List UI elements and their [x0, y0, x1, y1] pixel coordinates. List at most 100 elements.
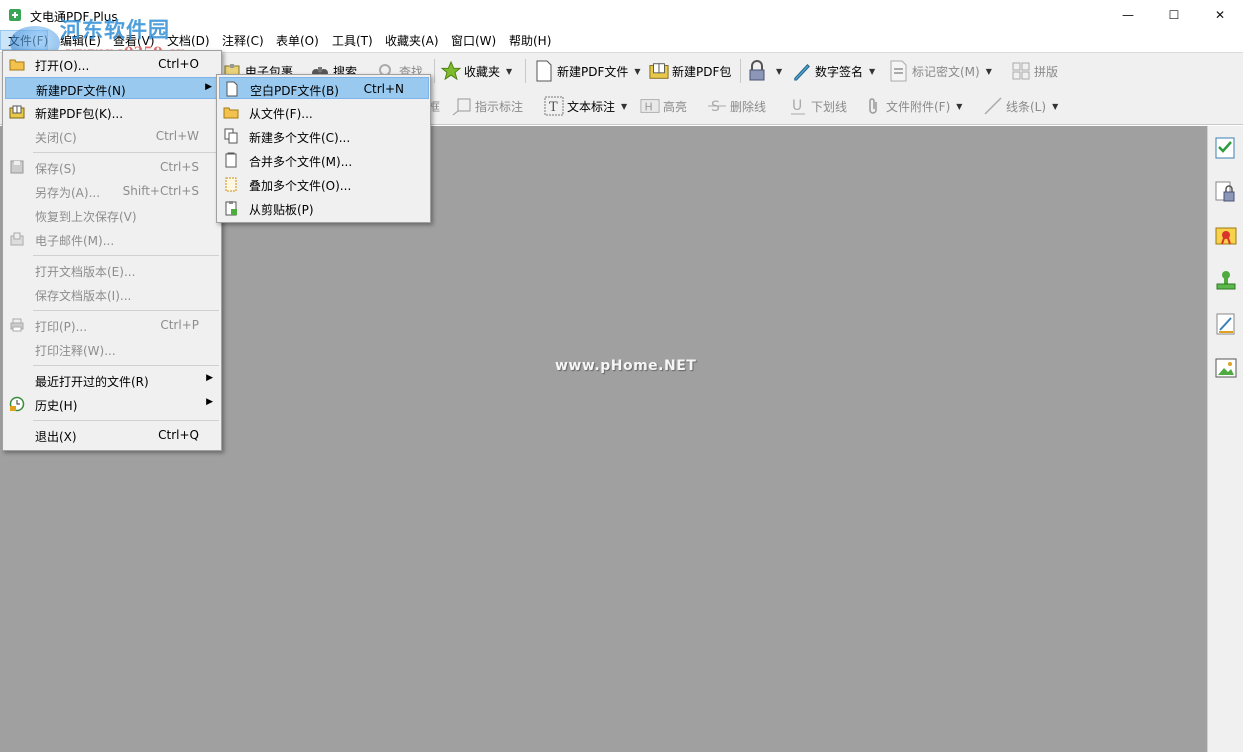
submenu-item-overlay-multiple[interactable]: 叠加多个文件(O)...	[219, 173, 429, 195]
digital-signature-button[interactable]: 数字签名 ▼	[792, 59, 875, 83]
svg-text:H: H	[645, 101, 653, 114]
callout-button[interactable]: 指示标注	[452, 94, 523, 118]
menu-item-new-package[interactable]: 新建PDF包(K)...	[5, 101, 219, 123]
menu-item-label: 保存文档版本(I)...	[35, 289, 132, 303]
text-box-icon: T	[544, 96, 564, 116]
underline-button[interactable]: U 下划线	[788, 94, 847, 118]
menu-document[interactable]: 文档(D)	[167, 32, 210, 49]
menu-item-save[interactable]: 保存(S) Ctrl+S	[5, 156, 219, 178]
menu-item-label: 打开(O)...	[35, 59, 90, 73]
pdf-package-icon	[9, 104, 25, 120]
chevron-down-icon[interactable]: ▼	[506, 67, 512, 76]
menu-item-label: 叠加多个文件(O)...	[249, 179, 352, 193]
new-pdf-package-label: 新建PDF包	[672, 64, 732, 79]
menu-tools[interactable]: 工具(T)	[332, 32, 373, 49]
menu-item-revert[interactable]: 恢复到上次保存(V)	[5, 204, 219, 226]
callout-icon	[452, 96, 472, 116]
menu-item-shortcut: Ctrl+N	[363, 82, 404, 96]
chevron-down-icon[interactable]: ▼	[986, 67, 992, 76]
menu-item-label: 另存为(A)...	[35, 186, 101, 200]
menu-item-label: 历史(H)	[35, 399, 78, 413]
menu-item-save-version[interactable]: 保存文档版本(I)...	[5, 283, 219, 305]
chevron-down-icon[interactable]: ▼	[869, 67, 875, 76]
svg-text:S: S	[711, 99, 720, 115]
file-attachment-label: 文件附件(F)	[886, 99, 951, 114]
minimize-icon: —	[1122, 8, 1134, 22]
line-tool-button[interactable]: 线条(L) ▼	[983, 94, 1058, 118]
page-lock-icon[interactable]	[1214, 180, 1238, 204]
menu-file-label[interactable]: 文件(F)	[8, 32, 48, 49]
redact-icon	[889, 60, 909, 82]
chevron-down-icon[interactable]: ▼	[776, 67, 782, 76]
new-pdf-button[interactable]: 新建PDF文件 ▼	[534, 59, 641, 83]
menu-item-exit[interactable]: 退出(X) Ctrl+Q	[5, 424, 219, 446]
certificate-icon[interactable]	[1214, 224, 1238, 248]
blank-page-icon	[534, 60, 554, 82]
menu-item-email[interactable]: 电子邮件(M)...	[5, 228, 219, 250]
lock-icon	[747, 60, 767, 81]
menu-edit[interactable]: 编辑(E)	[60, 32, 101, 49]
menu-item-print-annotations[interactable]: 打印注释(W)...	[5, 338, 219, 360]
stamp-icon[interactable]	[1214, 268, 1238, 292]
menu-item-label: 新建PDF包(K)...	[35, 107, 124, 121]
checklist-icon[interactable]	[1214, 136, 1238, 160]
chevron-down-icon[interactable]: ▼	[1052, 102, 1058, 111]
menu-item-close[interactable]: 关闭(C) Ctrl+W	[5, 125, 219, 147]
chevron-down-icon[interactable]: ▼	[634, 67, 640, 76]
file-menu-dropdown: 打开(O)... Ctrl+O 新建PDF文件(N) ▶ 新建PDF包(K)..…	[2, 50, 222, 451]
maximize-button[interactable]: ☐	[1151, 0, 1197, 30]
submenu-item-new-multiple[interactable]: 新建多个文件(C)...	[219, 125, 429, 147]
menu-help[interactable]: 帮助(H)	[509, 32, 551, 49]
image-icon[interactable]	[1214, 356, 1238, 380]
menu-item-new-pdf[interactable]: 新建PDF文件(N) ▶	[5, 77, 219, 99]
redact-button[interactable]: 标记密文(M) ▼	[889, 59, 992, 83]
submenu-item-from-file[interactable]: 从文件(F)...	[219, 101, 429, 123]
menu-item-open-version[interactable]: 打开文档版本(E)...	[5, 259, 219, 281]
menu-item-label: 电子邮件(M)...	[35, 234, 115, 248]
layout-button[interactable]: 拼版	[1011, 59, 1058, 83]
new-pdf-package-button[interactable]: 新建PDF包	[649, 59, 731, 83]
menu-item-shortcut: Ctrl+W	[155, 129, 199, 143]
menu-separator	[33, 365, 219, 366]
menu-item-history[interactable]: 历史(H) ▶	[5, 393, 219, 415]
menu-item-open[interactable]: 打开(O)... Ctrl+O	[5, 53, 219, 75]
menu-window[interactable]: 窗口(W)	[451, 32, 496, 49]
menu-item-label: 空白PDF文件(B)	[250, 84, 339, 98]
menu-forms[interactable]: 表单(O)	[276, 32, 319, 49]
menu-item-save-as[interactable]: 另存为(A)... Shift+Ctrl+S	[5, 180, 219, 202]
edit-page-icon[interactable]	[1214, 312, 1238, 336]
menu-item-label: 从剪贴板(P)	[249, 203, 314, 217]
open-folder-icon	[9, 56, 25, 72]
chevron-down-icon[interactable]: ▼	[956, 102, 962, 111]
submenu-item-from-clipboard[interactable]: 从剪贴板(P)	[219, 197, 429, 219]
menu-comment[interactable]: 注释(C)	[222, 32, 264, 49]
text-markup-button[interactable]: T 文本标注 ▼	[544, 94, 627, 118]
close-button[interactable]: ✕	[1197, 0, 1243, 30]
new-pdf-label: 新建PDF文件	[557, 64, 629, 79]
new-pdf-submenu: 空白PDF文件(B) Ctrl+N 从文件(F)... 新建多个文件(C)...…	[216, 74, 431, 223]
favorites-button[interactable]: 收藏夹 ▼	[441, 59, 512, 83]
maximize-icon: ☐	[1168, 8, 1180, 22]
menu-favorites[interactable]: 收藏夹(A)	[385, 32, 439, 49]
menu-item-label: 打印注释(W)...	[35, 344, 116, 358]
highlight-button[interactable]: H 高亮	[640, 94, 687, 118]
paperclip-icon	[863, 96, 883, 116]
submenu-item-merge-multiple[interactable]: 合并多个文件(M)...	[219, 149, 429, 171]
strikethrough-button[interactable]: S 删除线	[707, 94, 766, 118]
clipboard-icon	[223, 200, 239, 216]
callout-label: 指示标注	[475, 99, 524, 114]
close-icon: ✕	[1214, 8, 1226, 22]
file-attachment-button[interactable]: 文件附件(F) ▼	[863, 94, 962, 118]
security-button[interactable]: ▼	[747, 59, 782, 83]
menu-item-print[interactable]: 打印(P)... Ctrl+P	[5, 314, 219, 336]
text-markup-label: 文本标注	[567, 99, 616, 114]
submenu-item-blank-pdf[interactable]: 空白PDF文件(B) Ctrl+N	[219, 77, 429, 99]
center-watermark: www.pHome.NET	[555, 358, 697, 374]
menu-view[interactable]: 查看(V)	[113, 32, 155, 49]
minimize-button[interactable]: —	[1105, 0, 1151, 30]
multiple-pages-icon	[223, 128, 239, 144]
menu-item-recent-files[interactable]: 最近打开过的文件(R) ▶	[5, 369, 219, 391]
chevron-down-icon[interactable]: ▼	[621, 102, 627, 111]
menu-item-label: 恢复到上次保存(V)	[35, 210, 137, 224]
svg-text:U: U	[792, 98, 802, 114]
